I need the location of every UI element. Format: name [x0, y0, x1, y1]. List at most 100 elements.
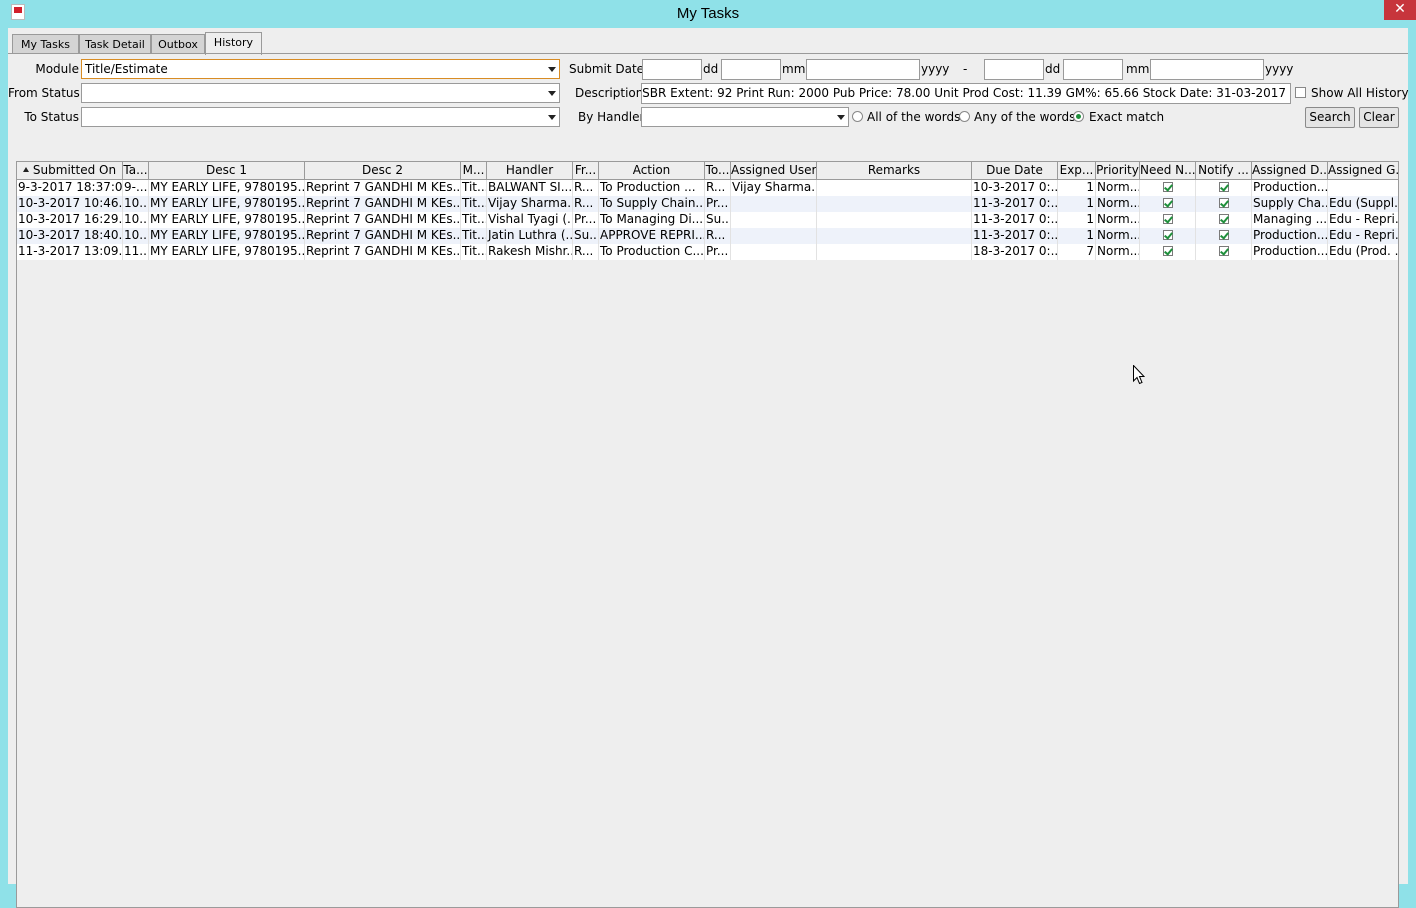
column-header-need-notify[interactable]: Need N...: [1140, 162, 1196, 180]
submit-date-label: Submit Date: [569, 62, 645, 76]
cell-need-notify[interactable]: [1140, 196, 1196, 212]
tab-outbox[interactable]: Outbox: [151, 34, 205, 54]
exact-match-radio[interactable]: [1073, 111, 1084, 122]
tab-history[interactable]: History: [205, 32, 262, 55]
by-handler-select[interactable]: [641, 107, 849, 127]
cell-to-status: Pr...: [705, 196, 731, 212]
cell-action: APPROVE REPRI...: [600, 228, 705, 244]
checkbox-checked-icon[interactable]: [1218, 198, 1229, 208]
mouse-cursor-icon: [1133, 365, 1145, 385]
cell-desc-2: Reprint 7 GANDHI M KEs...: [306, 228, 461, 244]
show-all-history-checkbox[interactable]: [1295, 87, 1306, 98]
checkbox-checked-icon[interactable]: [1162, 182, 1173, 192]
cell-remarks: [817, 196, 972, 212]
cell-action: To Production ...: [599, 180, 705, 196]
from-yyyy-input[interactable]: [806, 59, 920, 80]
tab-task-detail[interactable]: Task Detail: [79, 34, 151, 54]
column-header-assigned-user[interactable]: Assigned User: [731, 162, 817, 180]
cell-submitted-on: 11-3-2017 13:09...: [18, 244, 123, 260]
cell-to-status: Pr...: [705, 244, 731, 260]
cell-handler: Vijay Sharma...: [488, 196, 573, 212]
cell-notify[interactable]: [1196, 212, 1252, 228]
column-header-from-status[interactable]: Fr...: [573, 162, 599, 180]
to-mm-input[interactable]: [1063, 59, 1123, 80]
cell-module: Tit...: [462, 180, 487, 196]
tab-my-tasks[interactable]: My Tasks: [12, 34, 79, 54]
cell-task: 9-...: [124, 180, 149, 196]
from-mm-input[interactable]: [721, 59, 781, 80]
table-row[interactable]: 10-3-2017 18:40... 10... MY EARLY LIFE, 97…: [17, 228, 1398, 244]
cell-need-notify[interactable]: [1140, 212, 1196, 228]
module-select[interactable]: Title/Estimate: [81, 59, 560, 79]
from-dd-label: dd: [703, 62, 719, 76]
checkbox-checked-icon[interactable]: [1162, 198, 1173, 208]
all-words-radio[interactable]: [852, 111, 863, 122]
cell-assigned-dept: Managing ...: [1253, 212, 1328, 228]
column-header-action[interactable]: Action: [599, 162, 705, 180]
column-header-module[interactable]: M...: [461, 162, 487, 180]
column-header-desc-1[interactable]: Desc 1: [149, 162, 305, 180]
cell-from-status: Pr...: [573, 212, 599, 228]
any-words-radio[interactable]: [959, 111, 970, 122]
checkbox-checked-icon[interactable]: [1218, 230, 1229, 240]
cell-priority: Norm...: [1097, 180, 1140, 196]
table-row[interactable]: 9-3-2017 18:37:08 9-... MY EARLY LIFE, 978…: [17, 180, 1398, 196]
description-input[interactable]: Title Code: SBR Extent: 92 Print Run: 20…: [641, 83, 1291, 104]
column-header-handler[interactable]: Handler: [487, 162, 573, 180]
cell-notify[interactable]: [1196, 180, 1252, 196]
cell-assigned-group: Edu - Repri...: [1328, 212, 1398, 228]
cell-action: To Supply Chain...: [600, 196, 705, 212]
from-status-select[interactable]: [81, 83, 560, 103]
cell-remarks: [817, 228, 972, 244]
cell-need-notify[interactable]: [1140, 228, 1196, 244]
column-header-priority[interactable]: Priority: [1096, 162, 1140, 180]
cell-need-notify[interactable]: [1140, 180, 1196, 196]
table-row[interactable]: 11-3-2017 13:09... 11... MY EARLY LIFE, 97…: [17, 244, 1398, 260]
column-header-task[interactable]: Ta...: [123, 162, 149, 180]
column-header-assigned-dept[interactable]: Assigned D...: [1252, 162, 1328, 180]
title-bar: My Tasks ✕: [0, 0, 1416, 28]
search-button[interactable]: Search: [1305, 107, 1355, 128]
to-yyyy-label: yyyy: [1265, 62, 1294, 76]
column-header-to-status[interactable]: To...: [705, 162, 731, 180]
column-header-expiry[interactable]: Exp...: [1058, 162, 1096, 180]
cell-need-notify[interactable]: [1140, 244, 1196, 260]
checkbox-checked-icon[interactable]: [1162, 214, 1173, 224]
history-table: Submitted On Ta... Desc 1 Desc 2 M... Handler…: [16, 161, 1399, 908]
show-all-history-label: Show All History: [1311, 86, 1409, 100]
column-header-notify[interactable]: Notify ...: [1196, 162, 1252, 180]
table-row[interactable]: 10-3-2017 16:29... 10... MY EARLY LIFE, 97…: [17, 212, 1398, 228]
column-header-desc-2[interactable]: Desc 2: [305, 162, 461, 180]
to-status-select[interactable]: [81, 107, 560, 127]
clear-button[interactable]: Clear: [1359, 107, 1399, 128]
column-header-assigned-group[interactable]: Assigned G...: [1328, 162, 1398, 180]
column-header-submitted-on[interactable]: Submitted On: [17, 162, 123, 180]
column-header-due-date[interactable]: Due Date: [972, 162, 1058, 180]
cell-desc-2: Reprint 7 GANDHI M KEs...: [306, 180, 461, 196]
to-dd-input[interactable]: [984, 59, 1044, 80]
cell-notify[interactable]: [1196, 196, 1252, 212]
cell-from-status: Su...: [574, 228, 599, 244]
checkbox-checked-icon[interactable]: [1162, 230, 1173, 240]
checkbox-checked-icon[interactable]: [1218, 246, 1229, 256]
window-title: My Tasks: [676, 5, 740, 22]
table-row[interactable]: 10-3-2017 10:46... 10... MY EARLY LIFE, 97…: [17, 196, 1398, 212]
cell-to-status: R...: [705, 228, 731, 244]
cell-desc-1: MY EARLY LIFE, 9780195...: [150, 228, 305, 244]
close-button[interactable]: ✕: [1384, 0, 1416, 20]
to-status-label: To Status: [24, 110, 79, 124]
description-label: Description: [575, 86, 644, 100]
checkbox-checked-icon[interactable]: [1218, 214, 1229, 224]
column-header-remarks[interactable]: Remarks: [817, 162, 972, 180]
cell-notify[interactable]: [1196, 228, 1252, 244]
cell-module: Tit...: [462, 196, 487, 212]
from-dd-input[interactable]: [642, 59, 702, 80]
checkbox-checked-icon[interactable]: [1218, 182, 1229, 192]
to-yyyy-input[interactable]: [1150, 59, 1264, 80]
cell-remarks: [817, 212, 972, 228]
cell-assigned-user: [731, 196, 817, 212]
cell-task: 10...: [124, 212, 149, 228]
checkbox-checked-icon[interactable]: [1162, 246, 1173, 256]
cell-notify[interactable]: [1196, 244, 1252, 260]
from-mm-label: mm: [782, 62, 806, 76]
